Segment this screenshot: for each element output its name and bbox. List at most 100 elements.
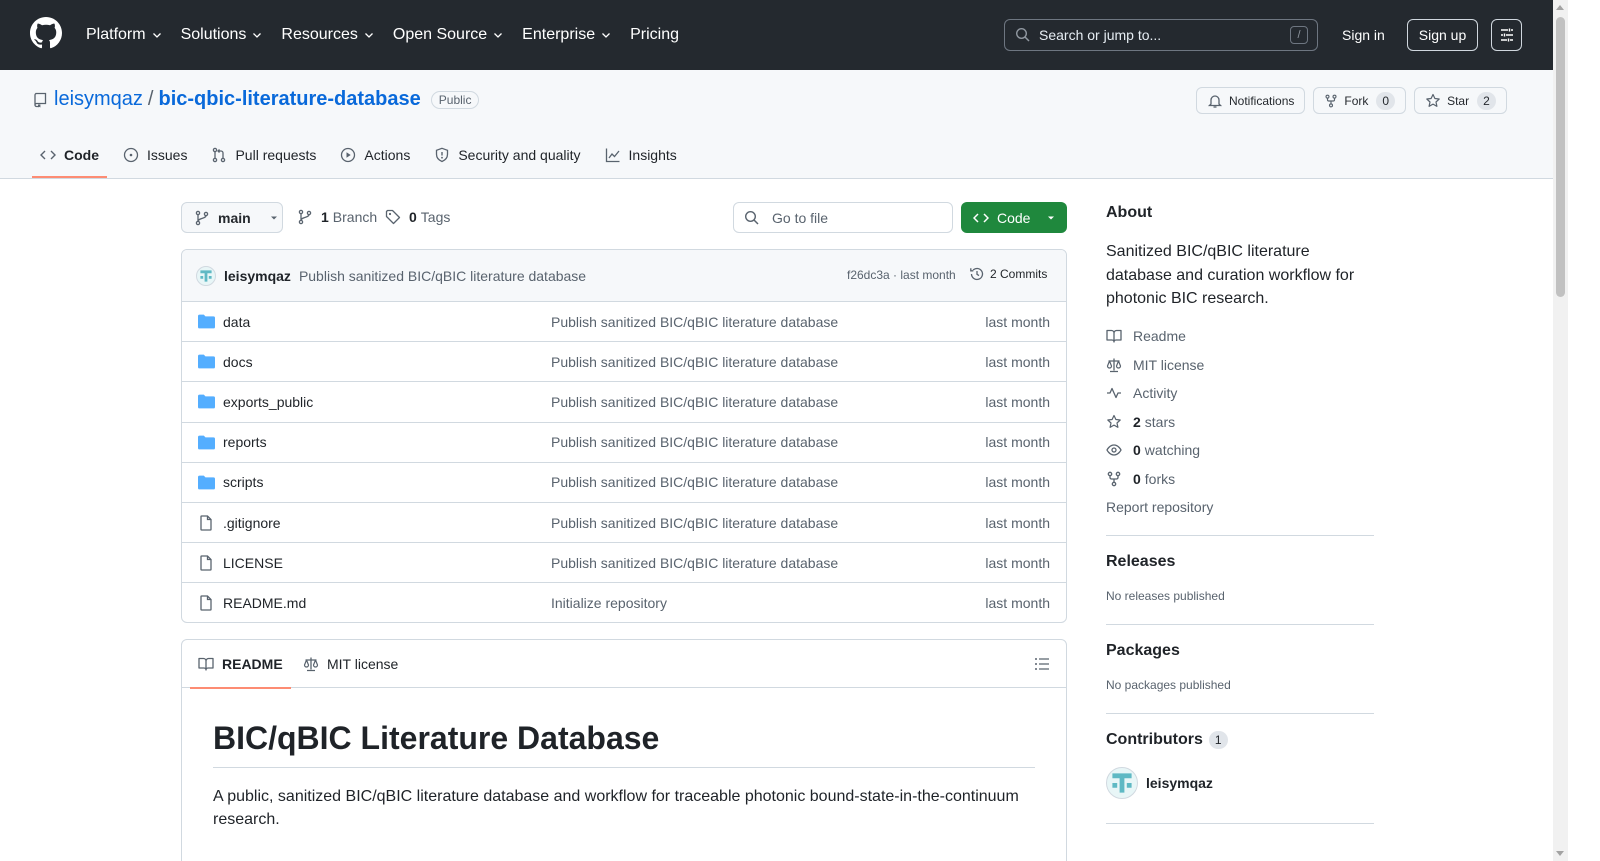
list-unordered-icon[interactable] [1034,656,1050,672]
bell-icon [1207,94,1223,108]
chevron-down-icon [152,33,161,38]
activity-link[interactable]: Activity [1106,379,1374,408]
identicon-icon [1112,773,1132,793]
report-repository-link[interactable]: Report repository [1106,493,1374,522]
notifications-button[interactable]: Notifications [1196,87,1306,114]
file-commit-message[interactable]: Publish sanitized BIC/qBIC literature da… [551,515,838,531]
file-name-link[interactable]: reports [223,434,267,450]
code-dropdown-button[interactable]: Code [961,202,1067,233]
releases-section: Releases No releases published [1106,553,1374,603]
nav-solutions[interactable]: Solutions [181,26,264,44]
contributor-name[interactable]: leisymqaz [1146,775,1213,791]
avatar[interactable] [1106,767,1138,800]
packages-heading[interactable]: Packages [1106,642,1374,660]
file-commit-message[interactable]: Publish sanitized BIC/qBIC literature da… [551,314,838,330]
commits-count-label: 2 Commits [990,267,1048,281]
branches-link[interactable]: 1 Branch [297,209,377,225]
sign-up-button[interactable]: Sign up [1407,19,1478,51]
tags-link[interactable]: 0 Tags [385,209,450,225]
search-input[interactable]: Search or jump to... / [1004,19,1318,51]
star-button[interactable]: Star 2 [1414,87,1507,114]
nav-open-source[interactable]: Open Source [393,26,504,44]
github-logo-icon[interactable] [30,17,62,49]
file-row[interactable]: README.md Initialize repository last mon… [182,583,1066,622]
releases-heading[interactable]: Releases [1106,553,1374,571]
site-menu-button[interactable] [1491,19,1522,51]
file-commit-message[interactable]: Publish sanitized BIC/qBIC literature da… [551,474,838,490]
tab-security[interactable]: Security and quality [426,133,588,177]
nav-platform[interactable]: Platform [86,26,163,44]
file-commit-message[interactable]: Publish sanitized BIC/qBIC literature da… [551,434,838,450]
scroll-down-arrow[interactable] [1556,851,1564,856]
file-row[interactable]: exports_public Publish sanitized BIC/qBI… [182,382,1066,423]
file-row[interactable]: scripts Publish sanitized BIC/qBIC liter… [182,463,1066,503]
file-row[interactable]: data Publish sanitized BIC/qBIC literatu… [182,302,1066,343]
readme-link[interactable]: Readme [1106,322,1374,351]
chevron-down-icon [494,33,503,38]
commit-author-link[interactable]: leisymqaz [224,268,291,284]
activity-link-label: Activity [1133,385,1178,402]
scrollbar-thumb[interactable] [1556,17,1565,297]
tab-insights[interactable]: Insights [597,133,685,177]
file-name-link[interactable]: docs [223,354,253,370]
divider [1106,624,1374,625]
law-icon [1106,358,1122,372]
file-name-link[interactable]: .gitignore [223,515,281,531]
star-count: 2 [1477,91,1496,110]
fork-button[interactable]: Fork 0 [1313,87,1407,114]
tab-issues[interactable]: Issues [115,133,195,177]
git-pull-request-icon [213,147,226,163]
contributor-item[interactable]: leisymqaz [1106,767,1374,800]
branch-select-button[interactable]: main [181,202,283,233]
stars-link[interactable]: 2 stars [1106,408,1374,437]
tab-actions[interactable]: Actions [332,133,418,177]
sign-in-link[interactable]: Sign in [1330,19,1397,51]
license-link[interactable]: MIT license [1106,351,1374,380]
repo-owner-link[interactable]: leisymqaz [54,88,143,111]
file-commit-message[interactable]: Publish sanitized BIC/qBIC literature da… [551,555,838,571]
repo-name-link[interactable]: bic-qbic-literature-database [158,88,420,111]
file-row[interactable]: docs Publish sanitized BIC/qBIC literatu… [182,342,1066,383]
license-tab[interactable]: MIT license [303,640,398,688]
contributors-heading[interactable]: Contributors 1 [1106,731,1374,749]
watching-link[interactable]: 0 watching [1106,436,1374,465]
forks-link[interactable]: 0 forks [1106,465,1374,494]
search-icon [744,210,759,225]
stars-label: stars [1144,413,1176,430]
file-name-link[interactable]: README.md [223,595,306,611]
commit-message-link[interactable]: Publish sanitized BIC/qBIC literature da… [299,268,586,284]
nav-pricing[interactable]: Pricing [630,26,679,44]
file-name-link[interactable]: scripts [223,474,263,490]
file-row[interactable]: reports Publish sanitized BIC/qBIC liter… [182,423,1066,463]
global-header: Platform Solutions Resources Open Source… [0,0,1553,70]
file-name-link[interactable]: LICENSE [223,555,283,571]
file-name-link[interactable]: exports_public [223,394,313,410]
commits-history-link[interactable]: 2 Commits [969,266,1047,282]
tab-pull-requests[interactable]: Pull requests [203,133,324,177]
readme-panel: README MIT license BIC/qBIC Literature D… [181,639,1067,861]
contributors-section: Contributors 1 leisymqaz [1106,731,1374,800]
readme-tab[interactable]: README [190,640,291,689]
file-commit-date: last month [985,313,1050,330]
tab-code[interactable]: Code [32,133,107,178]
nav-resources[interactable]: Resources [281,26,374,44]
file-row[interactable]: .gitignore Publish sanitized BIC/qBIC li… [182,503,1066,544]
go-to-file-input[interactable]: Go to file [733,202,953,233]
go-to-file-placeholder: Go to file [772,209,829,226]
nav-enterprise[interactable]: Enterprise [522,26,612,44]
about-links: Readme MIT license Activity 2 stars 0 watc… [1106,322,1374,522]
file-row[interactable]: LICENSE Publish sanitized BIC/qBIC liter… [182,543,1066,584]
commit-sha-time[interactable]: f26dc3a · last month [847,268,956,282]
history-icon [970,267,984,281]
scroll-up-arrow[interactable] [1556,5,1564,10]
packages-section: Packages No packages published [1106,642,1374,692]
avatar[interactable] [196,265,216,286]
code-icon [40,150,56,160]
file-name-link[interactable]: data [223,314,250,330]
file-commit-date: last month [985,434,1050,451]
page-scrollbar[interactable] [1553,0,1568,861]
file-commit-message[interactable]: Initialize repository [551,595,667,611]
file-commit-message[interactable]: Publish sanitized BIC/qBIC literature da… [551,354,838,370]
file-commit-message[interactable]: Publish sanitized BIC/qBIC literature da… [551,394,838,410]
pulse-icon [1107,388,1121,399]
